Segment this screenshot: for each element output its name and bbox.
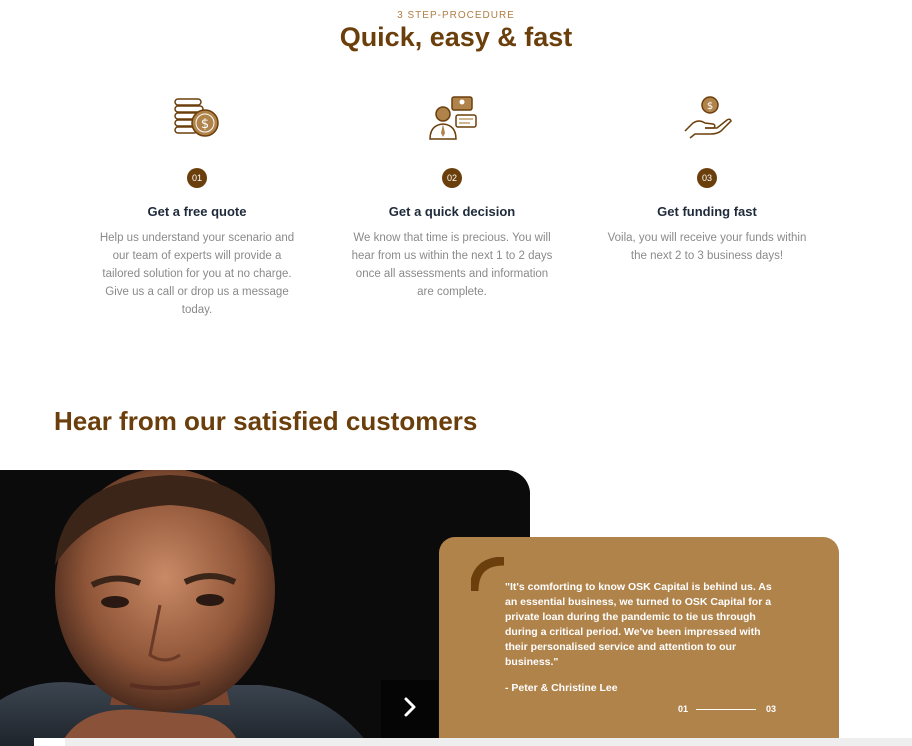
hand-coin-icon: $: [681, 93, 733, 148]
step-title: Get funding fast: [657, 204, 757, 219]
section-title: Quick, easy & fast: [339, 22, 573, 52]
bottom-edge-strip: [65, 738, 912, 746]
quote-mark-icon: [469, 556, 507, 598]
testimonials-title: Hear from our satisfied customers: [54, 406, 478, 436]
step-description: Voila, you will receive your funds withi…: [607, 232, 807, 262]
testimonial-card: "It's comforting to know OSK Capital is …: [439, 537, 839, 746]
step-number: 01: [187, 168, 207, 188]
coins-dollar-icon: $: [172, 93, 222, 148]
section-eyebrow: 3 STEP-PROCEDURE: [397, 10, 515, 21]
next-testimonial-button[interactable]: [381, 680, 438, 738]
step-card-decision: 02 Get a quick decision We know that tim…: [342, 92, 562, 301]
pager-current: 01: [678, 704, 689, 714]
step-card-quote: $ 01 Get a free quote Help us understand…: [87, 92, 307, 319]
chevron-right-icon: [401, 696, 419, 723]
step-number: 03: [697, 168, 717, 188]
consultant-chat-icon: [426, 93, 478, 148]
step-title: Get a free quote: [147, 204, 247, 219]
step-card-funding: $ 03 Get funding fast Voila, you will re…: [597, 92, 817, 265]
testimonial-pager[interactable]: 01 03: [678, 704, 798, 718]
step-description: We know that time is precious. You will …: [351, 232, 553, 298]
pager-total: 03: [766, 704, 777, 714]
svg-text:$: $: [201, 117, 209, 132]
step-description: Help us understand your scenario and our…: [99, 232, 295, 316]
svg-text:$: $: [707, 101, 713, 112]
pager-progress-line: [696, 709, 756, 710]
testimonial-author: - Peter & Christine Lee: [505, 682, 618, 694]
step-number: 02: [442, 168, 462, 188]
testimonial-quote: "It's comforting to know OSK Capital is …: [505, 581, 772, 668]
step-title: Get a quick decision: [388, 204, 516, 219]
bottom-edge-left: [34, 738, 65, 746]
